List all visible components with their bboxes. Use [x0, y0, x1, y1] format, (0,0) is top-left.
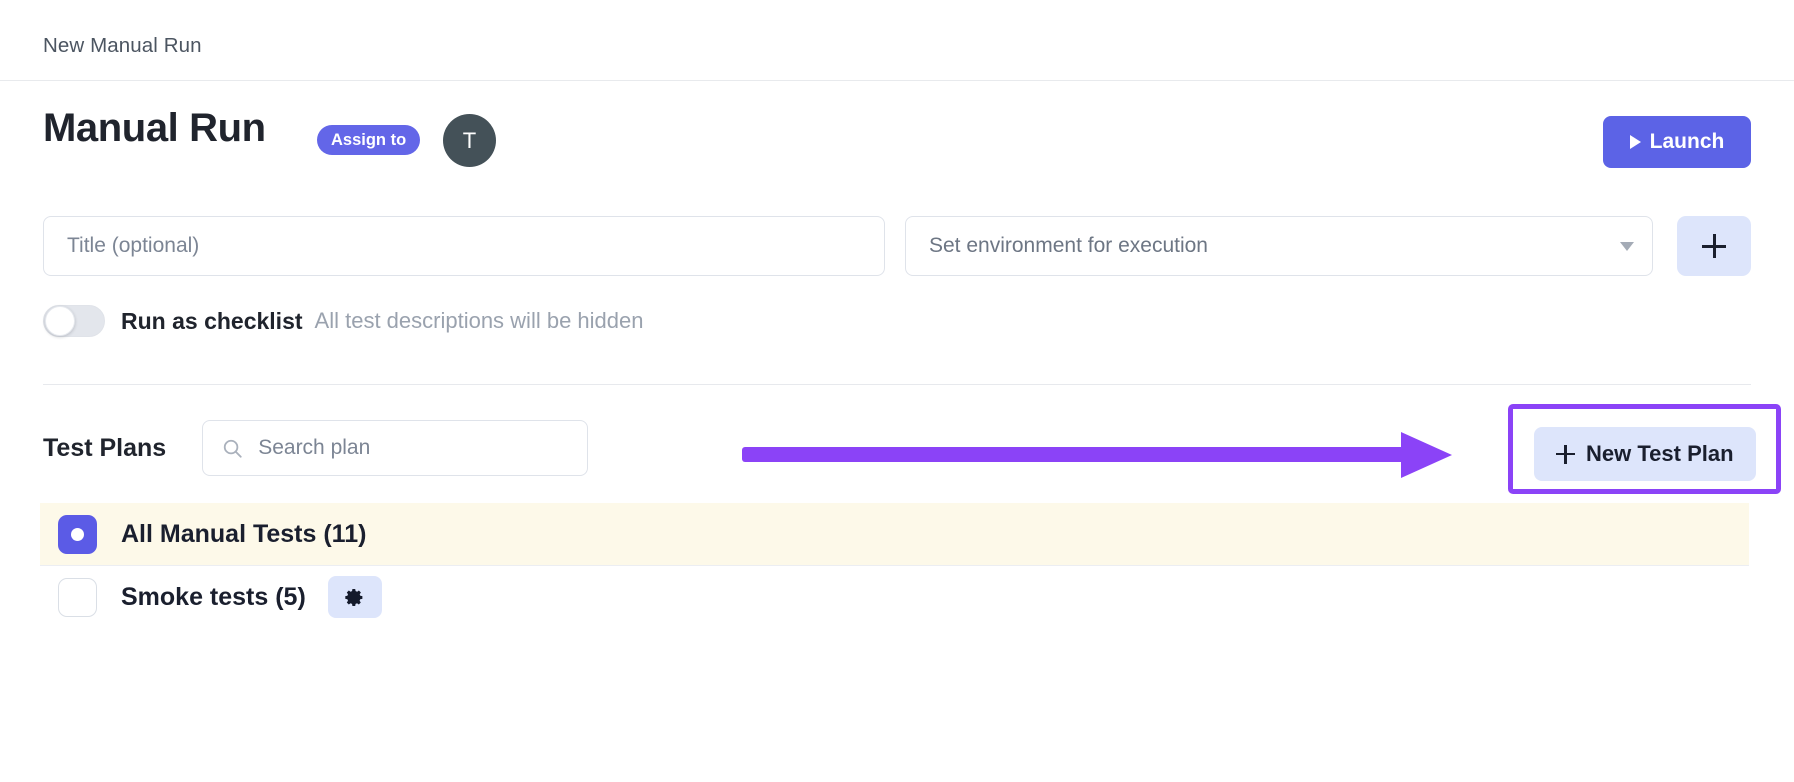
new-test-plan-label: New Test Plan: [1586, 441, 1734, 466]
search-icon: [224, 439, 242, 458]
search-plan-input[interactable]: [256, 435, 570, 461]
plus-icon: [1556, 444, 1575, 464]
breadcrumb: New Manual Run: [43, 34, 202, 57]
new-manual-run-page: New Manual Run Manual Run Assign to T La…: [0, 0, 1794, 782]
add-environment-button[interactable]: [1677, 216, 1751, 276]
section-divider: [43, 384, 1751, 385]
avatar[interactable]: T: [443, 114, 496, 167]
page-title: Manual Run: [43, 106, 266, 150]
test-plans-header: Test Plans: [43, 420, 589, 476]
list-item-label: All Manual Tests (11): [121, 519, 367, 548]
checkbox-dot-icon: [71, 527, 84, 541]
pointer-arrow: [742, 432, 1452, 478]
environment-select[interactable]: Set environment for execution: [905, 216, 1653, 276]
run-as-checklist-hint: All test descriptions will be hidden: [314, 308, 644, 333]
play-icon: [1629, 135, 1641, 149]
top-bar: New Manual Run: [0, 0, 1794, 81]
run-title-input[interactable]: [43, 216, 885, 276]
plus-icon: [1702, 234, 1726, 258]
assign-to-button[interactable]: Assign to: [317, 125, 421, 155]
toggle-knob: [45, 306, 75, 336]
gear-icon: [345, 588, 363, 606]
list-item-label: Smoke tests (5): [121, 582, 306, 611]
environment-select-label: Set environment for execution: [929, 234, 1208, 257]
launch-button[interactable]: Launch: [1603, 116, 1751, 168]
run-as-checklist-label: Run as checklist: [121, 307, 303, 334]
new-test-plan-button[interactable]: New Test Plan: [1534, 427, 1756, 481]
run-as-checklist-toggle[interactable]: [43, 305, 105, 337]
avatar-initial: T: [462, 127, 477, 153]
plan-settings-button[interactable]: [327, 576, 382, 618]
test-plans-title: Test Plans: [43, 433, 167, 462]
plan-checkbox-checked[interactable]: [58, 514, 97, 554]
launch-button-label: Launch: [1649, 130, 1725, 153]
plan-checkbox-unchecked[interactable]: [58, 577, 97, 617]
page-header: Manual Run Assign to T: [0, 81, 1794, 181]
list-item[interactable]: Smoke tests (5): [40, 566, 1749, 628]
run-as-checklist-row: Run as checklist All test descriptions w…: [43, 305, 643, 337]
list-item[interactable]: All Manual Tests (11): [40, 503, 1749, 565]
chevron-down-icon: [1620, 241, 1634, 251]
search-plan-box[interactable]: [202, 420, 589, 476]
